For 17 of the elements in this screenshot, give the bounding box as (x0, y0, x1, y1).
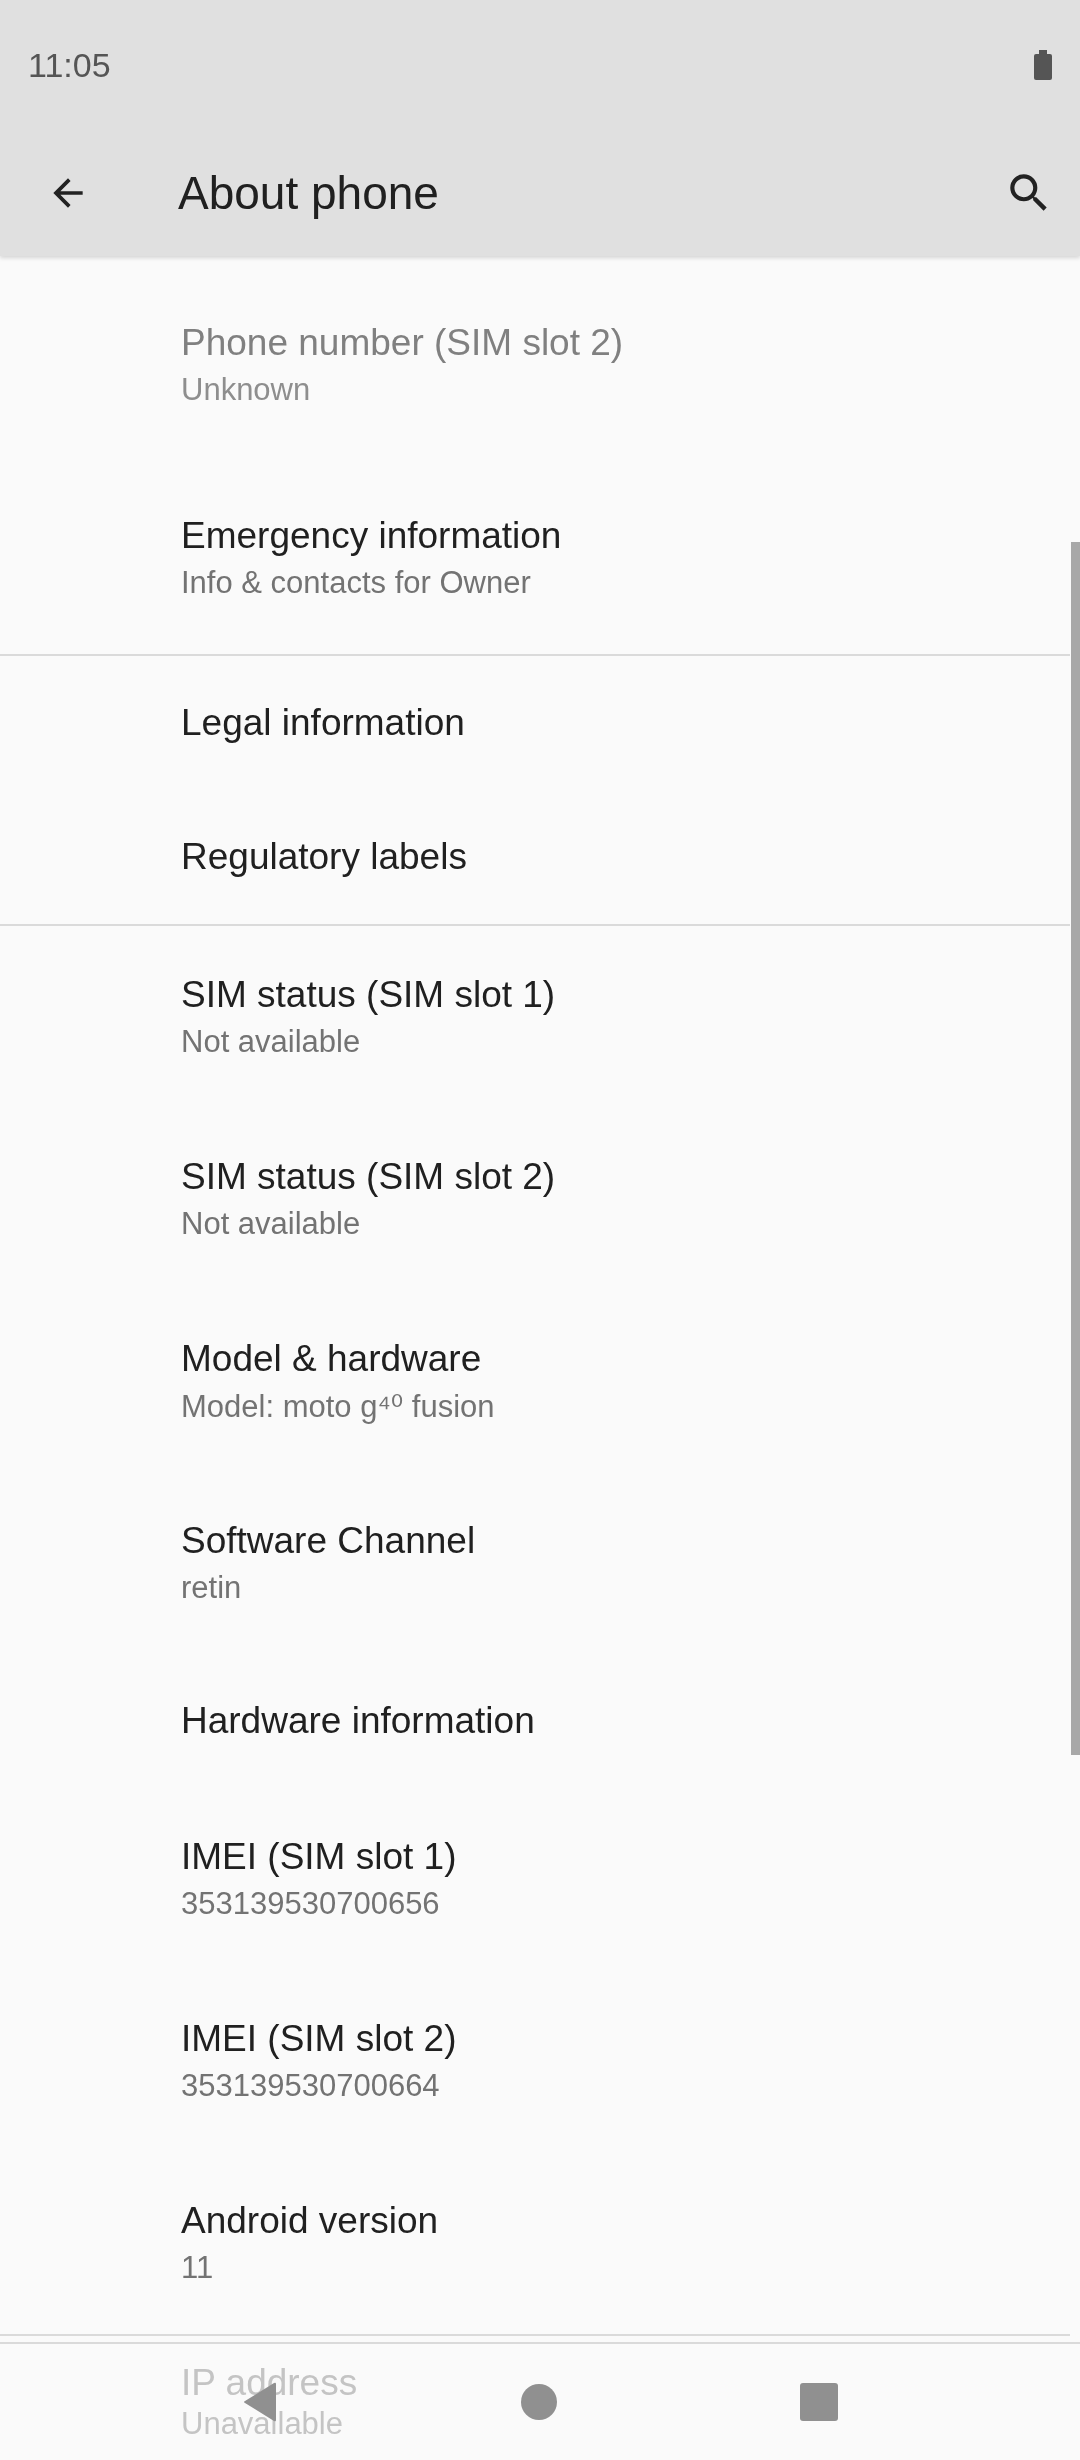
scrollbar[interactable] (1071, 542, 1080, 1755)
settings-item[interactable]: Android version 11 (0, 2152, 1070, 2334)
page-title: About phone (178, 166, 440, 220)
settings-item[interactable]: SIM status (SIM slot 2) Not available (0, 1108, 1070, 1290)
settings-item[interactable]: Regulatory labels (0, 790, 1070, 924)
settings-item[interactable]: Model & hardware Model: moto g⁴⁰ fusion (0, 1290, 1070, 1472)
battery-icon (1034, 50, 1052, 80)
recents-icon[interactable] (800, 2383, 839, 2421)
settings-item[interactable]: Emergency information Info & contacts for Owner (0, 461, 1070, 654)
status-time: 11:05 (28, 45, 111, 85)
settings-item[interactable]: Legal information (0, 656, 1070, 790)
settings-item[interactable]: SIM status (SIM slot 1) Not available (0, 926, 1070, 1108)
settings-item[interactable]: Hardware information (0, 1654, 1070, 1788)
settings-item[interactable]: IMEI (SIM slot 2) 353139530700664 (0, 1970, 1070, 2152)
home-icon[interactable] (521, 2384, 557, 2420)
settings-item[interactable]: Software Channel retin (0, 1472, 1070, 1654)
settings-item[interactable]: IMEI (SIM slot 1) 353139530700656 (0, 1788, 1070, 1970)
